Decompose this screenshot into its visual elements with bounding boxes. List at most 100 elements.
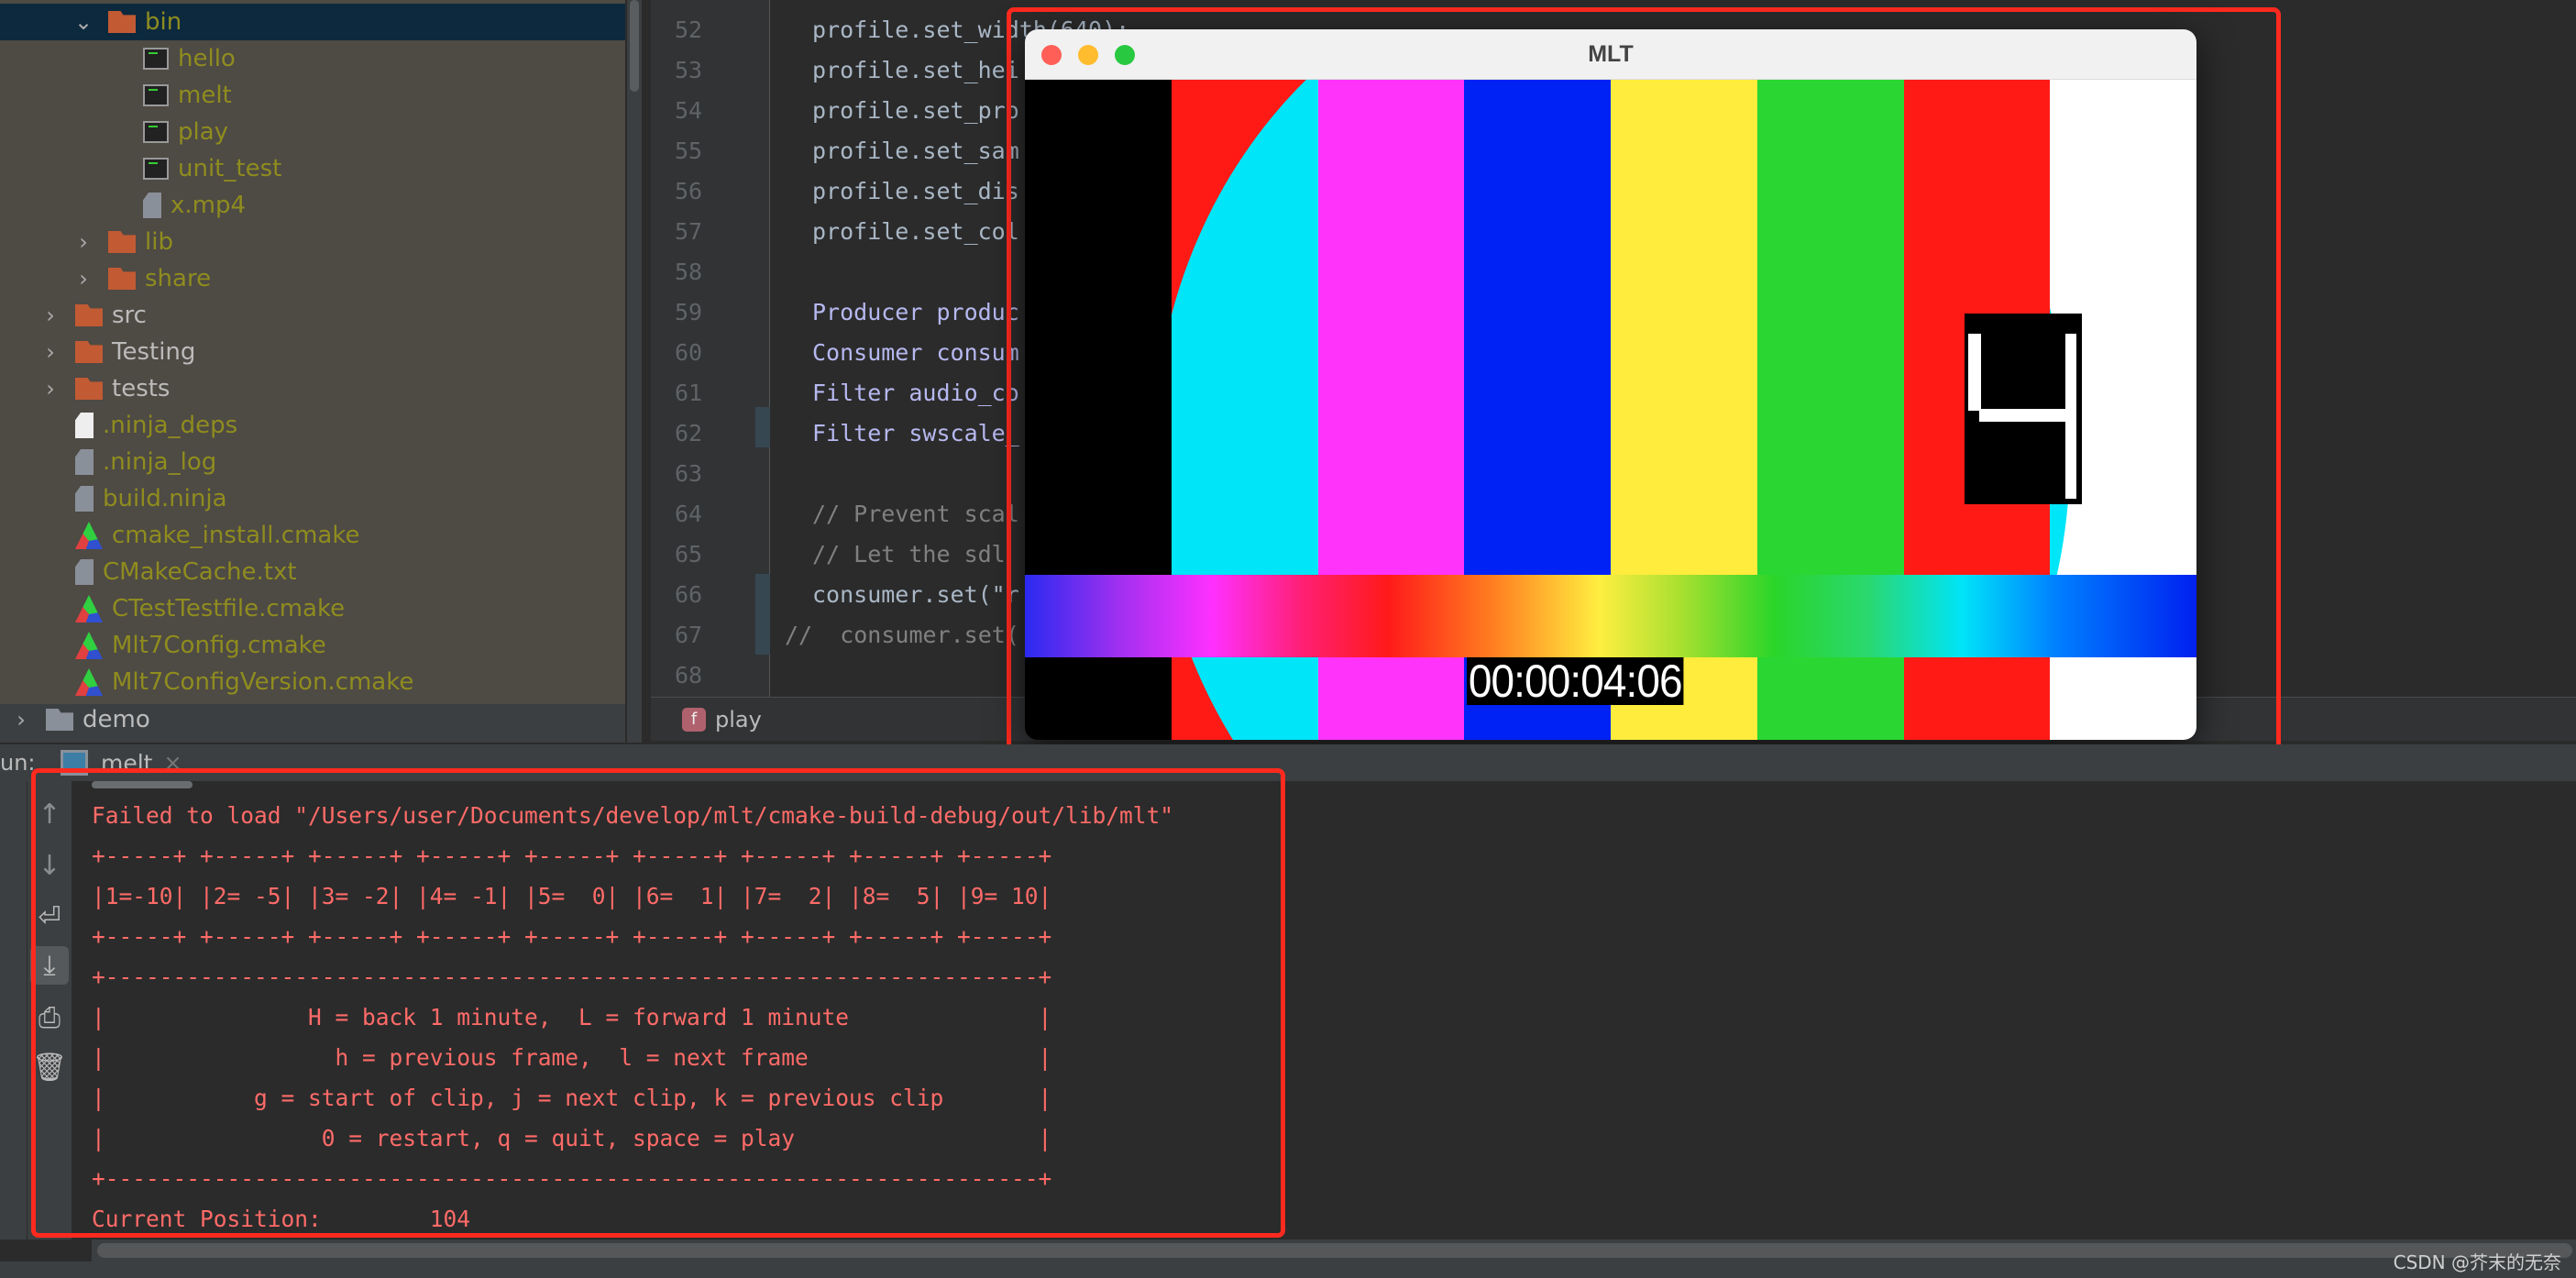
tree-item-label: hello	[178, 45, 236, 72]
tree-item[interactable]: CMakeCache.txt	[0, 554, 625, 590]
close-window-button[interactable]	[1041, 45, 1062, 65]
tree-item[interactable]: cmake_install.cmake	[0, 517, 625, 554]
tree-item[interactable]: x.mp4	[0, 187, 625, 224]
file-icon	[75, 449, 94, 475]
file-icon	[143, 193, 161, 218]
line-number: 68	[675, 661, 703, 689]
timecode-overlay: 00:00:04:06	[1467, 656, 1684, 707]
mlt-player-window[interactable]: MLT 00:00:04:06	[1025, 29, 2196, 740]
tree-item-label: share	[145, 265, 212, 292]
chevron-right-icon[interactable]: ›	[73, 266, 94, 292]
folder-icon	[75, 378, 103, 400]
tree-item[interactable]: unit_test	[0, 150, 625, 187]
tree-item[interactable]: › share	[0, 260, 625, 297]
tree-item-label: Mlt7ConfigVersion.cmake	[112, 668, 414, 696]
window-titlebar[interactable]: MLT	[1025, 29, 2196, 80]
tree-item-demo[interactable]: › demo	[0, 701, 625, 738]
line-number: 59	[675, 298, 703, 325]
line-number: 64	[675, 500, 703, 527]
tree-item[interactable]: ⌄ bin	[0, 4, 625, 40]
tree-item-label: build.ninja	[103, 485, 227, 512]
line-number: 55	[675, 137, 703, 164]
tree-item[interactable]: hello	[0, 40, 625, 77]
ide-screen: ⌄ bin hello melt play unit_test x.mp4 › lib › shar…	[0, 0, 2576, 1278]
tree-item-label: tests	[112, 375, 171, 402]
tree-item[interactable]: Mlt7Config.cmake	[0, 627, 625, 664]
chevron-right-icon[interactable]: ›	[40, 339, 61, 365]
scrollbar-thumb[interactable]	[630, 0, 639, 92]
line-number: 66	[675, 580, 703, 608]
folder-icon	[75, 304, 103, 326]
chevron-right-icon[interactable]: ›	[73, 229, 94, 255]
tree-item[interactable]: build.ninja	[0, 480, 625, 517]
cmake-icon	[75, 632, 103, 659]
tree-item[interactable]: › lib	[0, 224, 625, 260]
code-text: Filter audio_co	[812, 379, 1019, 406]
line-number: 56	[675, 177, 703, 204]
chevron-right-icon[interactable]: ›	[40, 303, 61, 328]
tree-item[interactable]: CTestTestfile.cmake	[0, 590, 625, 627]
tree-item[interactable]: › Testing	[0, 334, 625, 370]
chevron-down-icon[interactable]: ⌄	[73, 9, 94, 35]
tree-item[interactable]: › tests	[0, 370, 625, 407]
executable-icon	[143, 84, 169, 106]
line-number: 60	[675, 338, 703, 366]
executable-icon	[143, 121, 169, 143]
line-number: 57	[675, 217, 703, 245]
tree-item[interactable]: play	[0, 114, 625, 150]
tree-item-label: .ninja_log	[103, 448, 217, 476]
tree-item-label: unit_test	[178, 155, 282, 182]
tree-item-label: melt	[178, 82, 232, 109]
folder-icon	[108, 268, 136, 290]
code-text: Consumer consum	[812, 338, 1019, 366]
code-text: Filter swscale_	[812, 419, 1019, 446]
tree-item-label: cmake_install.cmake	[112, 522, 360, 549]
cmake-icon	[75, 595, 103, 622]
code-text: profile.set_sam	[812, 137, 1019, 164]
tree-item[interactable]: .ninja_deps	[0, 407, 625, 444]
code-text: Producer produc	[812, 298, 1019, 325]
code-text: // consumer.set(	[785, 621, 1019, 648]
tree-item-label: demo	[83, 706, 150, 733]
tree-item[interactable]: › src	[0, 297, 625, 334]
tree-item-label: .ninja_deps	[103, 412, 238, 439]
console-horizontal-scrollbar[interactable]	[92, 1239, 2576, 1261]
video-frame: 00:00:04:06	[1025, 80, 2196, 740]
breadcrumb-function[interactable]: play	[715, 707, 762, 733]
line-number: 63	[675, 459, 703, 487]
chevron-right-icon[interactable]: ›	[11, 707, 31, 733]
code-text: profile.set_col	[812, 217, 1019, 245]
tree-item-label: src	[112, 302, 147, 329]
chevron-right-icon[interactable]: ›	[40, 376, 61, 402]
folder-icon	[108, 231, 136, 253]
line-number: 61	[675, 379, 703, 406]
folder-icon	[75, 341, 103, 363]
tree-item-label: Mlt7Config.cmake	[112, 632, 326, 659]
tree-item[interactable]: melt	[0, 77, 625, 114]
run-side-toolbar	[0, 781, 28, 1239]
tree-item[interactable]: .ninja_log	[0, 444, 625, 480]
executable-icon	[143, 48, 169, 70]
code-text: profile.set_pro	[812, 96, 1019, 124]
line-number: 58	[675, 258, 703, 285]
code-text: // Let the sdl	[812, 540, 1006, 567]
minimize-window-button[interactable]	[1078, 45, 1098, 65]
watermark: CSDN @芥末的无奈	[2393, 1251, 2561, 1273]
status-bar	[0, 1261, 2576, 1278]
run-label: un:	[0, 750, 36, 776]
tree-item-label: Testing	[112, 338, 196, 366]
project-scrollbar[interactable]	[627, 0, 642, 743]
line-number: 52	[675, 16, 703, 43]
zoom-window-button[interactable]	[1115, 45, 1135, 65]
tree-item[interactable]: Mlt7ConfigVersion.cmake	[0, 664, 625, 700]
folder-icon	[108, 11, 136, 33]
line-number: 53	[675, 56, 703, 83]
tree-item-label: bin	[145, 8, 182, 36]
file-icon	[75, 486, 94, 512]
function-icon: f	[682, 707, 706, 732]
folder-icon	[46, 709, 73, 731]
file-icon	[75, 413, 94, 438]
scrollbar-thumb[interactable]	[97, 1243, 2572, 1258]
line-number: 65	[675, 540, 703, 567]
tree-item-label: CTestTestfile.cmake	[112, 595, 346, 622]
